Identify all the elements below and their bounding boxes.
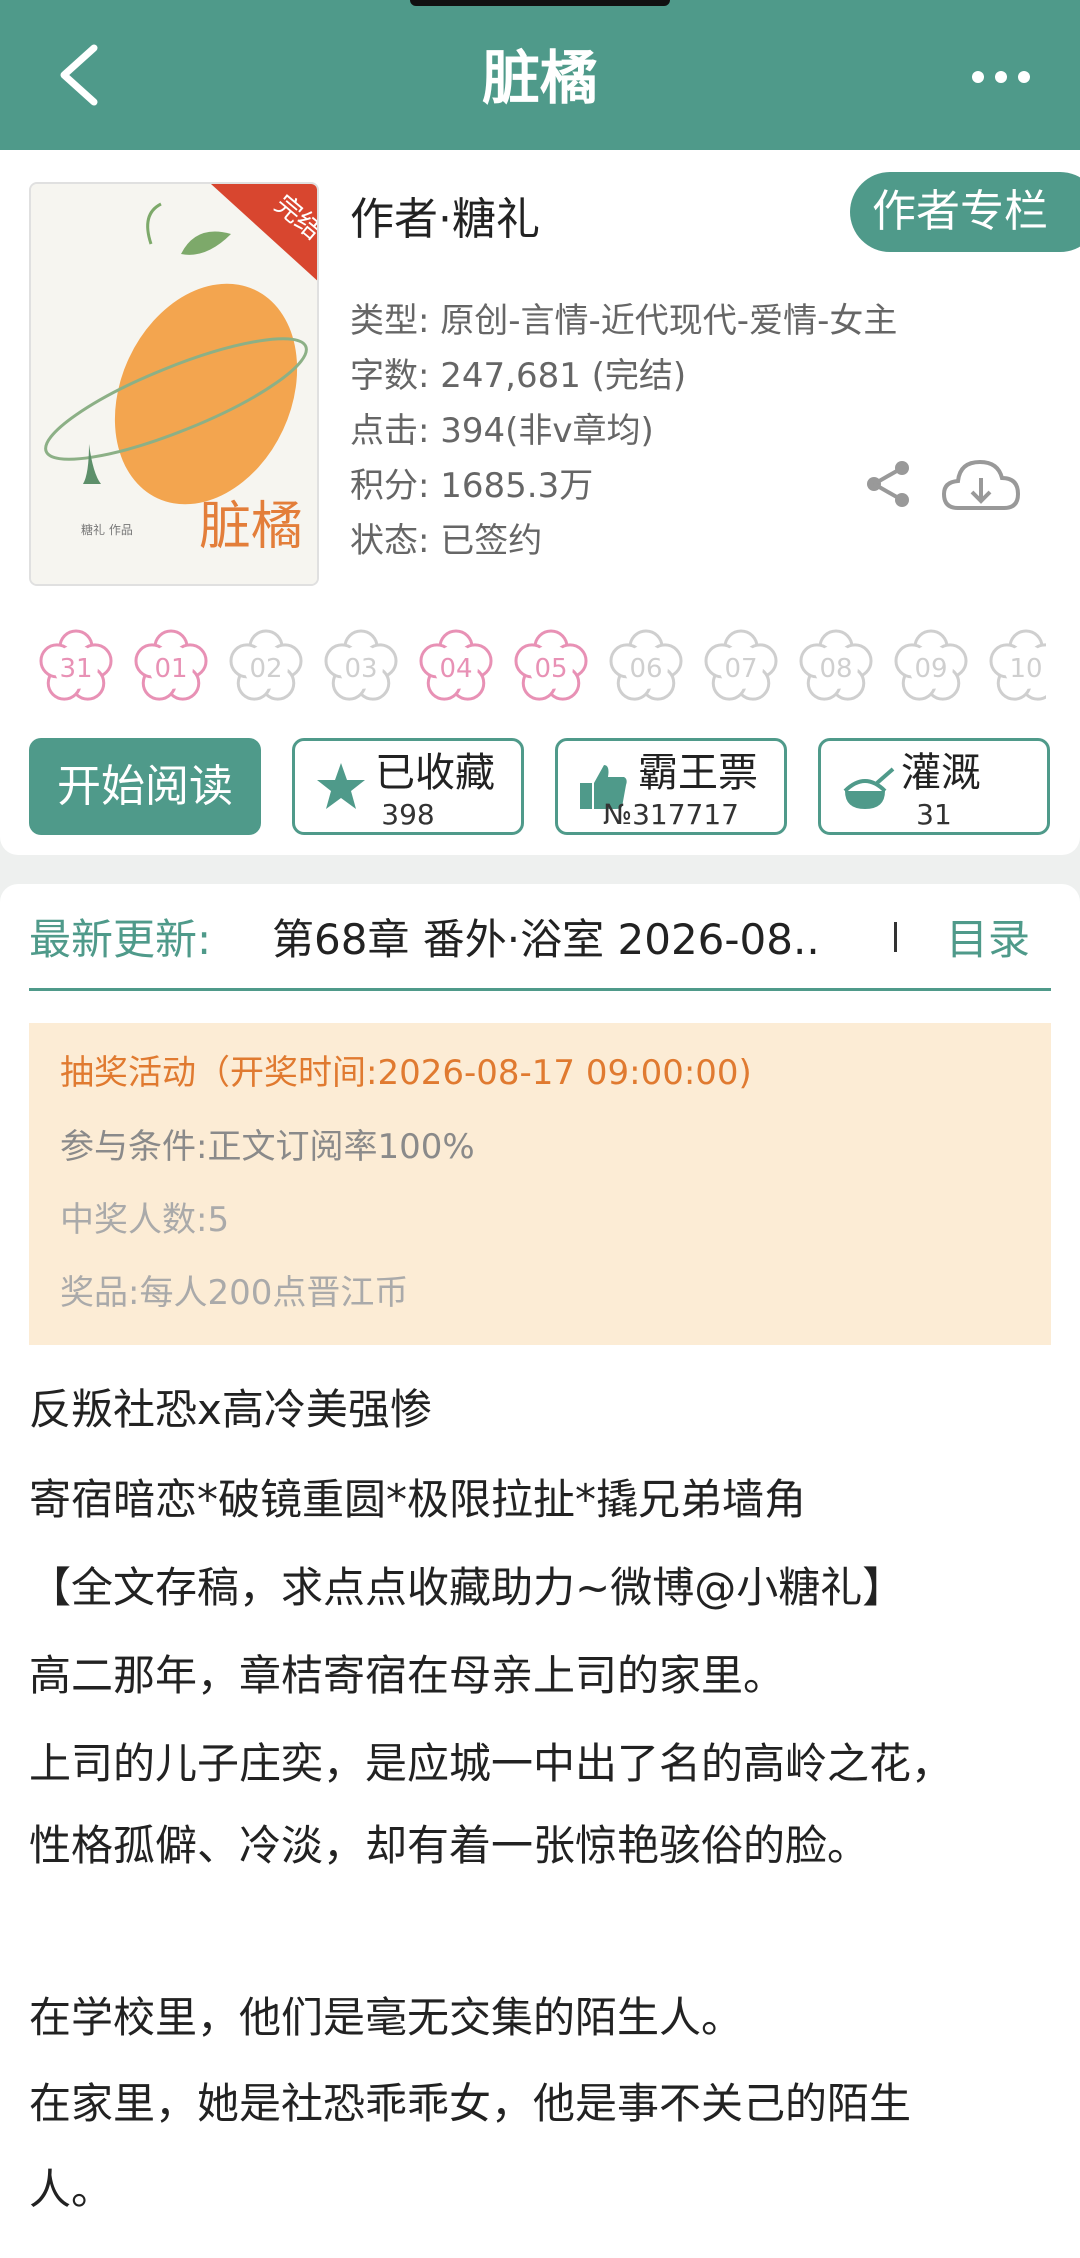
flower-day-01[interactable]: 01 (131, 626, 211, 706)
description-line: 在学校里，他们是毫无交集的陌生人。 (29, 1993, 744, 2042)
flower-label: 04 (439, 654, 472, 684)
flower-label: 09 (914, 654, 947, 684)
table-of-contents-link[interactable]: 目录 (946, 910, 1030, 970)
flower-day-09[interactable]: 09 (891, 626, 971, 706)
book-status: 状态: 已签约 (350, 521, 543, 561)
cover-illustration: 完结 脏橘 糖礼 作品 (31, 184, 317, 584)
flower-label: 02 (249, 654, 282, 684)
lottery-title: 抽奖活动（开奖时间:2026-08-17 09:00:00) (60, 1053, 752, 1093)
flower-label: 31 (59, 654, 92, 684)
irrigate-button[interactable]: 灌溉 31 (818, 738, 1050, 835)
description-line: 性格孤僻、冷淡，却有着一张惊艳骇俗的脸。 (29, 1821, 870, 1870)
book-clicks: 点击: 394(非v章均) (350, 411, 654, 451)
lottery-panel: 抽奖活动（开奖时间:2026-08-17 09:00:00) 参与条件:正文订阅… (29, 1023, 1051, 1345)
book-word-count: 字数: 247,681 (完结) (350, 356, 687, 396)
cover-subtitle: 糖礼 作品 (81, 522, 133, 537)
status-notch (410, 0, 670, 6)
share-icon[interactable] (862, 458, 914, 510)
description-line: 【全文存稿，求点点收藏助力~微博@小糖礼】 (29, 1563, 905, 1612)
more-icon[interactable] (966, 52, 1036, 102)
collect-label: 已收藏 (375, 750, 495, 796)
flower-day-08[interactable]: 08 (796, 626, 876, 706)
description-line: 人。 (29, 2165, 114, 2214)
update-underline (29, 988, 1051, 991)
lottery-prize: 奖品:每人200点晋江币 (60, 1273, 409, 1313)
page-title: 脏橘 (481, 44, 598, 112)
flower-label: 07 (724, 654, 757, 684)
cloud-download-icon[interactable] (940, 456, 1022, 516)
lottery-condition: 参与条件:正文订阅率100% (60, 1127, 475, 1167)
author-name[interactable]: 作者·糖礼 (350, 190, 540, 250)
flower-day-05[interactable]: 05 (511, 626, 591, 706)
description-line: 寄宿暗恋*破镜重圆*极限拉扯*撬兄弟墙角 (29, 1475, 807, 1524)
book-type: 类型: 原创-言情-近代现代-爱情-女主 (350, 301, 898, 341)
description-line: 在家里，她是社恐乖乖女，他是事不关己的陌生 (29, 2079, 912, 2128)
description-line: 反叛社恐x高冷美强惨 (29, 1385, 432, 1434)
bawang-ticket-button[interactable]: 霸王票 №317717 (555, 738, 787, 835)
flower-label: 08 (819, 654, 852, 684)
cover-title: 脏橘 (199, 497, 303, 557)
bawang-count: №317717 (602, 798, 739, 831)
top-bar: 脏橘 (0, 0, 1080, 150)
irrigate-count: 31 (916, 798, 952, 831)
collect-button[interactable]: 已收藏 398 (292, 738, 524, 835)
start-reading-button[interactable]: 开始阅读 (29, 738, 261, 835)
latest-chapter-link[interactable]: 第68章 番外·浴室 2026-08.. (272, 910, 820, 970)
author-column-button[interactable]: 作者专栏 (850, 172, 1080, 252)
lottery-winners: 中奖人数:5 (60, 1200, 230, 1240)
flower-label: 06 (629, 654, 662, 684)
book-cover[interactable]: 完结 脏橘 糖礼 作品 (29, 182, 319, 586)
book-score: 积分: 1685.3万 (350, 466, 594, 506)
flower-label: 10 (1009, 654, 1042, 684)
flower-day-02[interactable]: 02 (226, 626, 306, 706)
flower-label: 05 (534, 654, 567, 684)
flower-day-31[interactable]: 31 (36, 626, 116, 706)
flower-day-07[interactable]: 07 (701, 626, 781, 706)
irrigate-label: 灌溉 (901, 750, 981, 796)
flower-label: 01 (154, 654, 187, 684)
divider (894, 922, 897, 952)
flower-day-10[interactable]: 10 (986, 626, 1046, 706)
daily-flower-row: 31 01 02 03 04 05 06 07 08 09 10 (36, 626, 1046, 710)
collect-count: 398 (381, 798, 435, 831)
description-line: 高二那年，章桔寄宿在母亲上司的家里。 (29, 1651, 786, 1700)
flower-day-03[interactable]: 03 (321, 626, 401, 706)
flower-label: 03 (344, 654, 377, 684)
flower-day-04[interactable]: 04 (416, 626, 496, 706)
latest-update-label: 最新更新: (29, 915, 212, 964)
flower-day-06[interactable]: 06 (606, 626, 686, 706)
bawang-label: 霸王票 (638, 750, 758, 796)
description-line: 上司的儿子庄奕，是应城一中出了名的高岭之花， (29, 1739, 954, 1788)
